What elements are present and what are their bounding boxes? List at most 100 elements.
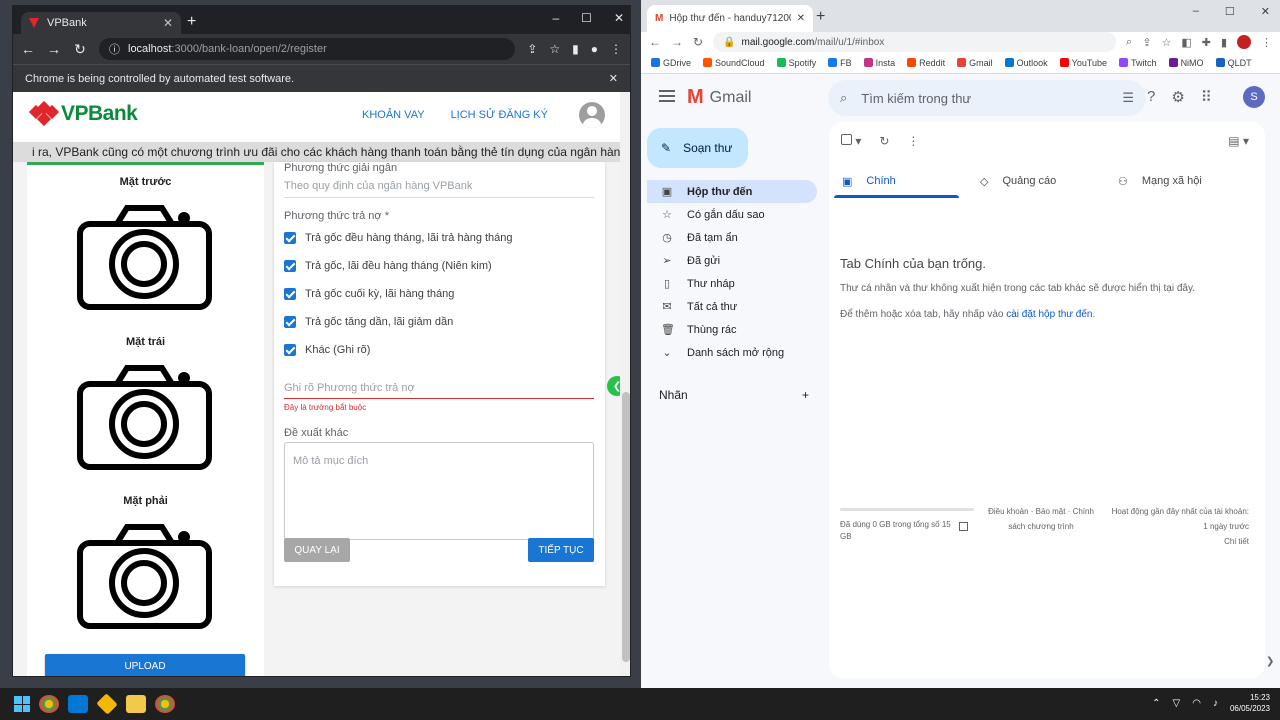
back-arrow-icon[interactable]: ←	[21, 41, 35, 57]
puzzle-icon[interactable]: ✚	[1202, 36, 1211, 49]
maximize-icon[interactable]: ☐	[581, 11, 592, 25]
menu-kebab-icon[interactable]: ⋮	[1261, 36, 1272, 49]
select-all-checkbox[interactable]: ▾	[841, 134, 861, 148]
close-icon[interactable]: ✕	[163, 16, 173, 30]
bookmark-item[interactable]: QLDT	[1215, 58, 1252, 68]
reload-icon[interactable]: ↻	[693, 35, 703, 49]
mail-search-input[interactable]: ⌕ Tìm kiếm trong thư ☰	[828, 80, 1146, 116]
repayment-option-5[interactable]: Khác (Ghi rõ)	[284, 344, 370, 356]
bookmark-item[interactable]: NiMO	[1168, 58, 1204, 68]
bookmark-item[interactable]: Gmail	[957, 58, 993, 68]
bookmark-item[interactable]: Insta	[863, 58, 895, 68]
star-icon[interactable]: ☆	[1161, 36, 1171, 49]
bookmark-item[interactable]: Reddit	[907, 58, 945, 68]
address-bar[interactable]: 🔒 mail.google.com/mail/u/1/#inbox	[713, 32, 1117, 52]
address-bar[interactable]: ⓘ localhost:3000/bank-loan/open/2/regist…	[99, 38, 516, 60]
checkbox-checked-icon[interactable]	[284, 316, 296, 328]
close-window-icon[interactable]: ✕	[1261, 5, 1270, 18]
compose-button[interactable]: ✎ Soạn thư	[647, 128, 748, 168]
nav-loans[interactable]: KHOẢN VAY	[362, 109, 425, 121]
repayment-option-1[interactable]: Trả gốc đều hàng tháng, lãi trả hàng thá…	[284, 232, 513, 244]
more-vert-icon[interactable]: ⋮	[907, 134, 919, 148]
scrollbar-thumb[interactable]	[622, 392, 630, 662]
chrome-taskbar-icon[interactable]	[155, 695, 175, 713]
back-button[interactable]: QUAY LẠI	[284, 538, 350, 562]
sidepanel-icon[interactable]: ▮	[1221, 36, 1227, 49]
upload-button[interactable]: UPLOAD	[45, 654, 245, 676]
account-avatar[interactable]: S	[1243, 86, 1265, 108]
tab-primary[interactable]: ▣ Chính	[834, 164, 972, 198]
bookmark-item[interactable]: FB	[828, 58, 852, 68]
forward-arrow-icon[interactable]: →	[47, 41, 61, 57]
info-icon[interactable]: ⓘ	[109, 41, 120, 57]
windows-start-icon[interactable]	[14, 696, 30, 712]
forward-arrow-icon[interactable]: →	[671, 35, 683, 49]
minimize-icon[interactable]: –	[552, 11, 559, 25]
new-tab-icon[interactable]: +	[187, 13, 196, 31]
checkbox-checked-icon[interactable]	[284, 260, 296, 272]
help-icon[interactable]: ?	[1147, 88, 1155, 106]
menu-kebab-icon[interactable]: ⋮	[610, 42, 622, 56]
sidenav-item-inbox[interactable]: ▣ Hộp thư đến	[647, 180, 817, 203]
share-icon[interactable]: ⇪	[1142, 36, 1151, 49]
checkbox-checked-icon[interactable]	[284, 288, 296, 300]
close-icon[interactable]: ✕	[797, 13, 805, 24]
profile-icon[interactable]: ●	[591, 42, 598, 56]
activity-details-link[interactable]: Chi tiết	[1109, 534, 1249, 549]
sidepanel-icon[interactable]: ▮	[572, 42, 579, 56]
clock[interactable]: 15:23 06/05/2023	[1230, 692, 1270, 714]
checkbox-checked-icon[interactable]	[284, 344, 296, 356]
page-scrollbar[interactable]	[620, 92, 630, 676]
close-window-icon[interactable]: ✕	[614, 11, 624, 25]
sidenav-item-trash[interactable]: 🗑 Thùng rác	[647, 318, 817, 341]
app-taskbar-icon[interactable]	[96, 693, 118, 715]
vpn-icon[interactable]: ▽	[1173, 698, 1181, 709]
gear-icon[interactable]: ⚙	[1171, 88, 1184, 106]
suggest-textarea[interactable]: Mô tả mục đích	[284, 442, 594, 540]
bookmark-item[interactable]: Twitch	[1119, 58, 1157, 68]
profile-icon[interactable]	[1237, 35, 1251, 49]
infobar-close-icon[interactable]: ✕	[609, 72, 618, 85]
search-icon[interactable]: ⌕	[840, 90, 847, 106]
star-icon[interactable]: ☆	[549, 42, 560, 56]
share-icon[interactable]: ⇪	[527, 42, 537, 56]
terms-links[interactable]: Điều khoản · Bảo mật · Chính sách chương…	[979, 504, 1103, 534]
minimize-icon[interactable]: –	[1193, 5, 1199, 18]
bookmark-item[interactable]: YouTube	[1059, 58, 1107, 68]
wifi-icon[interactable]: ◠	[1192, 698, 1201, 709]
chevron-up-icon[interactable]: ⌃	[1152, 698, 1160, 709]
camera-icon[interactable]	[77, 523, 212, 629]
vscode-taskbar-icon[interactable]	[68, 695, 88, 713]
side-panel-toggle-icon[interactable]: ❯	[1266, 656, 1274, 667]
vpbank-logo[interactable]: VPBank	[28, 100, 138, 127]
other-repayment-input[interactable]: Ghi rõ Phương thức trả nợ	[284, 382, 415, 394]
new-tab-icon[interactable]: +	[816, 8, 825, 26]
maximize-icon[interactable]: ☐	[1225, 5, 1235, 18]
zoom-icon[interactable]: ⌕	[1126, 36, 1132, 49]
input-tools-icon[interactable]: ▤ ▾	[1228, 134, 1249, 148]
volume-icon[interactable]: ♪	[1213, 698, 1218, 709]
refresh-icon[interactable]: ↻	[879, 134, 889, 148]
tab-social[interactable]: ⚇ Mạng xã hội	[1110, 164, 1248, 198]
reload-icon[interactable]: ↻	[73, 41, 87, 58]
sidenav-item-all-mail[interactable]: ✉ Tất cả thư	[647, 295, 817, 318]
hamburger-menu-icon[interactable]	[659, 90, 675, 102]
sidenav-item-snoozed[interactable]: ◷ Đã tạm ẩn	[647, 226, 817, 249]
apps-grid-icon[interactable]: ⠿	[1201, 88, 1212, 106]
filter-icon[interactable]: ☰	[1122, 90, 1134, 106]
add-label-icon[interactable]: +	[802, 388, 809, 402]
bookmark-item[interactable]: Outlook	[1004, 58, 1048, 68]
sidenav-item-drafts[interactable]: ▯ Thư nháp	[647, 272, 817, 295]
repayment-option-4[interactable]: Trả gốc tăng dần, lãi giảm dần	[284, 316, 453, 328]
sidenav-item-starred[interactable]: ☆ Có gắn dấu sao	[647, 203, 817, 226]
lock-icon[interactable]: 🔒	[723, 37, 735, 48]
sidenav-item-sent[interactable]: ➢ Đã gửi	[647, 249, 817, 272]
chrome-taskbar-icon[interactable]	[39, 695, 59, 713]
nav-history[interactable]: LỊCH SỬ ĐĂNG KÝ	[451, 109, 548, 121]
bookmark-item[interactable]: GDrive	[651, 58, 691, 68]
tab-vpbank[interactable]: VPBank ✕	[21, 12, 181, 34]
repayment-option-3[interactable]: Trả gốc cuối kỳ, lãi hàng tháng	[284, 288, 454, 300]
extension-icon[interactable]: ◧	[1181, 36, 1191, 49]
camera-icon[interactable]	[77, 364, 212, 470]
bookmark-item[interactable]: SoundCloud	[703, 58, 765, 68]
